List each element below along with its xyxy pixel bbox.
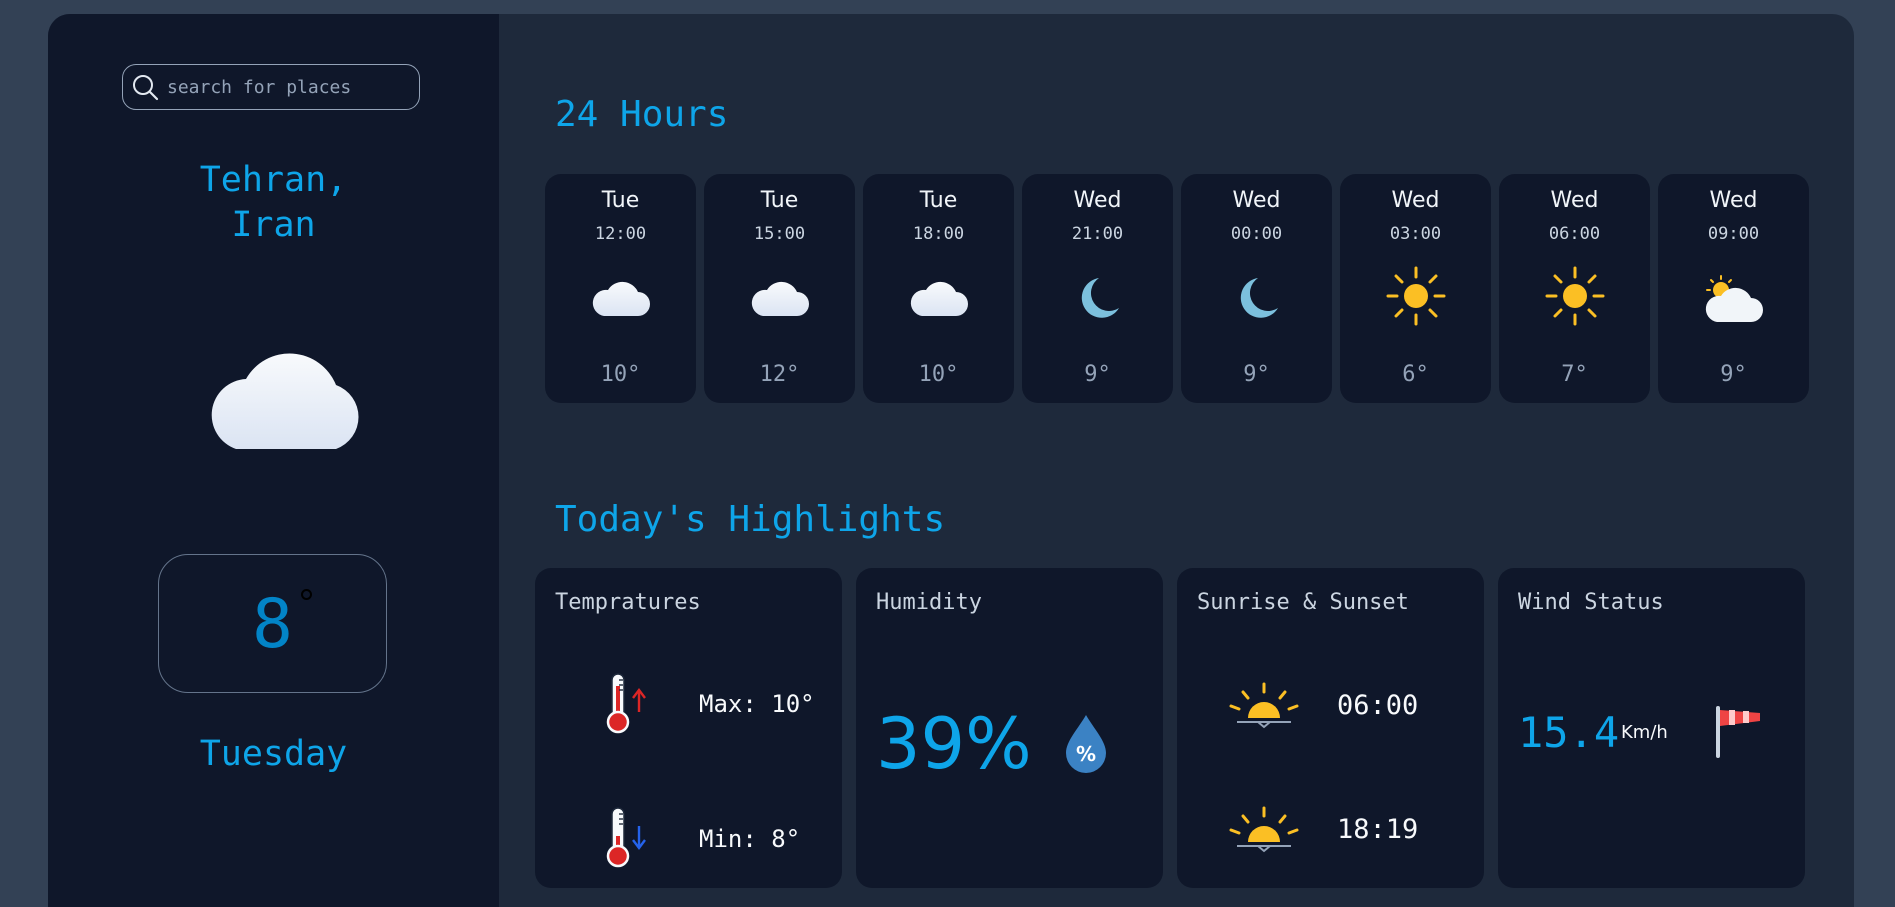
- hour-day: Wed: [1709, 188, 1758, 213]
- cloud-icon: [749, 274, 809, 322]
- current-temperature-box: 8: [158, 554, 387, 693]
- hour-day: Wed: [1391, 188, 1440, 213]
- sun-title: Sunrise & Sunset: [1197, 590, 1409, 615]
- hour-day: Wed: [1550, 188, 1599, 213]
- city-name: Tehran,: [199, 160, 348, 200]
- windsock-icon: [1716, 706, 1760, 758]
- hour-card: Wed 06:00 7°: [1499, 174, 1650, 403]
- hour-card: Wed 09:00 9°: [1658, 174, 1809, 403]
- hour-temp: 6°: [1402, 362, 1429, 387]
- hour-time: 03:00: [1389, 224, 1442, 244]
- svg-text:%: %: [1076, 742, 1096, 766]
- app-window: Tehran, Iran 8 Tuesday: [48, 14, 1854, 907]
- sun-cloud-icon: [1703, 274, 1763, 330]
- moon-icon: [1226, 274, 1286, 326]
- sun-icon: [1545, 266, 1605, 330]
- hour-temp: 9°: [1720, 362, 1747, 387]
- search-input[interactable]: [165, 75, 409, 99]
- hour-card: Wed 03:00 6°: [1340, 174, 1491, 403]
- humidity-drop-icon: %: [1066, 715, 1106, 773]
- cloud-icon: [211, 353, 359, 449]
- humidity-title: Humidity: [876, 590, 982, 615]
- hour-day: Wed: [1073, 188, 1122, 213]
- thermometer-up-icon: [606, 673, 646, 734]
- current-day: Tuesday: [199, 734, 348, 774]
- hour-day: Tue: [919, 188, 958, 213]
- wind-unit: Km/h: [1621, 722, 1668, 743]
- temperature-min: Min: 8°: [699, 825, 801, 853]
- hour-temp: 12°: [759, 362, 800, 387]
- hour-time: 09:00: [1707, 224, 1760, 244]
- wind-speed: 15.4: [1518, 708, 1620, 757]
- temperature-max: Max: 10°: [699, 690, 815, 718]
- hour-time: 18:00: [912, 224, 965, 244]
- sun-icon: [1386, 266, 1446, 330]
- temperatures-card: Tempratures Max: 10° Min: 8°: [535, 568, 842, 888]
- wind-status-card: Wind Status 15.4 Km/h: [1498, 568, 1805, 888]
- hour-card: Wed 21:00 9°: [1022, 174, 1173, 403]
- hour-time: 06:00: [1548, 224, 1601, 244]
- hour-day: Tue: [760, 188, 799, 213]
- wind-title: Wind Status: [1518, 590, 1664, 615]
- hour-temp: 9°: [1084, 362, 1111, 387]
- sunrise-icon: [1229, 682, 1299, 729]
- hour-temp: 9°: [1243, 362, 1270, 387]
- cloud-icon: [590, 274, 650, 322]
- hour-card: Wed 00:00 9°: [1181, 174, 1332, 403]
- hour-time: 00:00: [1230, 224, 1283, 244]
- hour-day: Wed: [1232, 188, 1281, 213]
- sunset-icon: [1229, 806, 1299, 853]
- thermometer-down-icon: [606, 807, 646, 868]
- sidebar: Tehran, Iran 8 Tuesday: [48, 14, 499, 907]
- sunrise-time: 06:00: [1337, 690, 1419, 721]
- moon-icon: [1067, 274, 1127, 326]
- hour-card: Tue 15:00 12°: [704, 174, 855, 403]
- country-name: Iran: [231, 205, 316, 245]
- hour-temp: 10°: [918, 362, 959, 387]
- hour-temp: 10°: [600, 362, 641, 387]
- humidity-value: 39%: [876, 703, 1032, 785]
- cloud-icon: [908, 274, 968, 322]
- degree-symbol: [301, 589, 312, 600]
- sunrise-sunset-card: Sunrise & Sunset 06:00 18:19: [1177, 568, 1484, 888]
- sunset-time: 18:19: [1337, 814, 1419, 845]
- humidity-card: Humidity 39% %: [856, 568, 1163, 888]
- search-box[interactable]: [122, 64, 420, 110]
- hour-day: Tue: [601, 188, 640, 213]
- main-panel: 24 Hours Tue 12:00 10° Tue 15:00 12° Tue…: [499, 14, 1854, 907]
- hour-time: 15:00: [753, 224, 806, 244]
- hour-temp: 7°: [1561, 362, 1588, 387]
- hourly-title: 24 Hours: [555, 94, 729, 135]
- highlights-title: Today's Highlights: [555, 499, 946, 540]
- hour-time: 21:00: [1071, 224, 1124, 244]
- hour-card: Tue 12:00 10°: [545, 174, 696, 403]
- current-temperature: 8: [252, 585, 293, 664]
- hour-time: 12:00: [594, 224, 647, 244]
- temperatures-title: Tempratures: [555, 590, 701, 615]
- search-icon: [133, 75, 159, 101]
- hour-card: Tue 18:00 10°: [863, 174, 1014, 403]
